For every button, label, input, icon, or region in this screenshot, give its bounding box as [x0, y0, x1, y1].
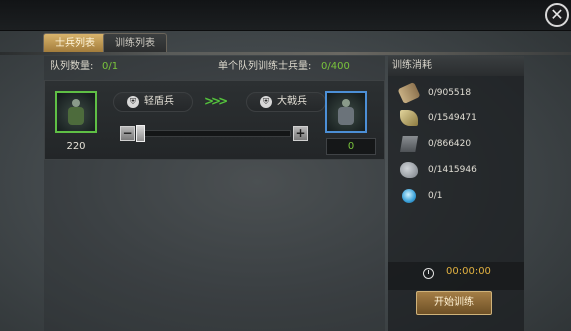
queue-count-value: 0/1	[102, 61, 119, 72]
resource-value: 0/1549471	[428, 113, 477, 123]
source-unit-count: 220	[66, 141, 86, 152]
shield-soldier-icon	[67, 99, 85, 125]
resource-value: 0/905518	[428, 88, 472, 98]
start-training-button[interactable]: 开始训练	[416, 291, 492, 315]
train-amount-field[interactable]: 0	[326, 138, 376, 155]
feather-icon	[400, 110, 418, 126]
resource-value: 0/1415946	[428, 165, 477, 175]
cost-panel-title: 训练消耗	[388, 56, 524, 76]
source-unit-tag: ⛨ 轻盾兵	[113, 92, 193, 112]
decrease-button[interactable]: −	[120, 126, 135, 141]
unit-type-icon: ⛨	[127, 96, 139, 108]
resource-row-stone: 0/1415946	[400, 160, 520, 180]
top-bar	[0, 0, 571, 31]
iron-ingot-icon	[400, 136, 418, 152]
amount-slider[interactable]	[136, 130, 291, 137]
tab-soldier-list[interactable]: 士兵列表	[43, 33, 107, 54]
resource-row-gem: 0/1	[400, 186, 520, 206]
increase-button[interactable]: +	[293, 126, 308, 141]
close-button[interactable]: ✕	[545, 3, 569, 27]
gem-icon	[402, 189, 416, 203]
source-unit-portrait[interactable]	[55, 91, 97, 133]
resource-row-iron: 0/866420	[400, 134, 520, 154]
target-unit-portrait[interactable]	[325, 91, 367, 133]
training-time: 00:00:00	[446, 266, 491, 277]
clock-icon	[423, 268, 434, 279]
panel-divider	[0, 52, 571, 55]
resource-value: 0/1	[428, 191, 443, 201]
tab-training-list[interactable]: 训练列表	[103, 33, 167, 54]
wood-icon	[397, 81, 421, 105]
max-train-label: 单个队列训练士兵量:	[218, 61, 312, 72]
queue-count-label: 队列数量:	[50, 61, 94, 72]
source-unit-name: 轻盾兵	[144, 96, 174, 107]
halberd-soldier-icon	[337, 99, 355, 125]
resource-row-feather: 0/1549471	[400, 108, 520, 128]
target-unit-name: 大戟兵	[277, 96, 307, 107]
slider-handle[interactable]	[136, 125, 145, 142]
queue-info-row: 队列数量: 0/1 单个队列训练士兵量: 0/400	[50, 59, 380, 75]
stone-icon	[400, 162, 418, 178]
upgrade-arrow-icon: >>>	[204, 94, 228, 108]
unit-type-icon: ⛨	[260, 96, 272, 108]
max-train-value: 0/400	[321, 61, 350, 72]
resource-row-wood: 0/905518	[397, 81, 520, 105]
target-unit-tag: ⛨ 大戟兵	[246, 92, 326, 112]
resource-value: 0/866420	[428, 139, 472, 149]
